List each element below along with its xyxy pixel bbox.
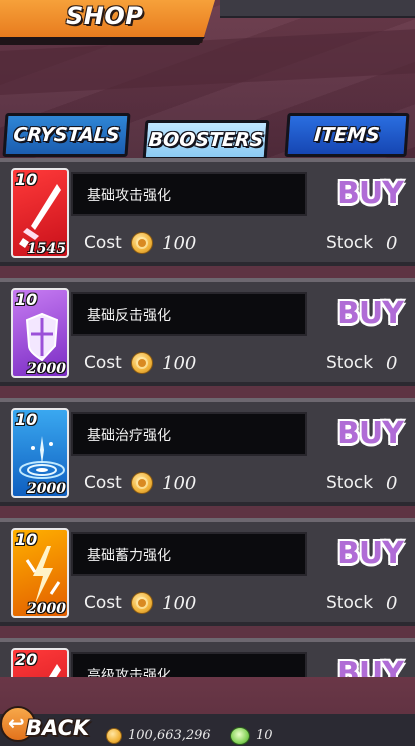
count-badge: 1545 bbox=[27, 241, 66, 257]
gold-coin-icon bbox=[106, 728, 122, 744]
stock-value: 0 bbox=[386, 473, 398, 494]
level-badge: 10 bbox=[15, 290, 38, 309]
buy-button[interactable]: BUY bbox=[337, 416, 404, 456]
list-item: 20 高级攻击强化 BUY bbox=[0, 638, 415, 678]
stock-label: Stock bbox=[326, 353, 374, 373]
cost-value: 100 bbox=[162, 593, 197, 614]
level-badge: 20 bbox=[15, 650, 38, 669]
level-badge: 10 bbox=[15, 530, 38, 549]
header-banner-edge bbox=[0, 37, 205, 45]
tab-crystals[interactable]: CRYSTALS bbox=[2, 113, 131, 157]
item-name-box: 基础蓄力强化 bbox=[71, 532, 307, 576]
tab-items[interactable]: ITEMS bbox=[284, 113, 410, 157]
level-badge: 10 bbox=[15, 170, 38, 189]
cost-value: 100 bbox=[162, 233, 197, 254]
stock-value: 0 bbox=[386, 233, 398, 254]
healing-fountain-icon: 10 2000 bbox=[11, 408, 69, 498]
stock-label: Stock bbox=[326, 233, 374, 253]
list-item: 10 2000 基础反击强化 BUY Cost 100 Stock 0 bbox=[0, 278, 415, 386]
sword-icon: 10 1545 bbox=[11, 168, 69, 258]
cost-value: 100 bbox=[162, 473, 197, 494]
count-badge: 2000 bbox=[27, 361, 66, 377]
gem-icon bbox=[230, 727, 250, 745]
page-title: SHOP bbox=[66, 2, 144, 30]
item-name: 基础蓄力强化 bbox=[87, 548, 171, 564]
shield-icon: 10 2000 bbox=[11, 288, 69, 378]
lightning-icon: 10 2000 bbox=[11, 528, 69, 618]
item-name-box: 高级攻击强化 bbox=[71, 652, 307, 678]
list-item: 10 2000 基础蓄力强化 BUY Cost 100 Stock 0 bbox=[0, 518, 415, 626]
buy-button[interactable]: BUY bbox=[337, 176, 404, 216]
stock-value: 0 bbox=[386, 593, 398, 614]
count-badge: 2000 bbox=[27, 601, 66, 617]
cost-label: Cost bbox=[84, 353, 122, 373]
buy-button[interactable]: BUY bbox=[337, 656, 404, 678]
gold-coin-icon bbox=[131, 232, 153, 254]
list-item: 10 1545 基础攻击强化 BUY Cost 100 Stock 0 bbox=[0, 158, 415, 266]
cost-label: Cost bbox=[84, 593, 122, 613]
gold-coin-icon bbox=[131, 592, 153, 614]
cost-value: 100 bbox=[162, 353, 197, 374]
stock-label: Stock bbox=[326, 473, 374, 493]
gold-coin-icon bbox=[131, 472, 153, 494]
list-item: 10 2000 基础治疗强化 BUY Cost 100 Stock 0 bbox=[0, 398, 415, 506]
stock-value: 0 bbox=[386, 353, 398, 374]
back-label: BACK bbox=[26, 716, 90, 740]
level-badge: 10 bbox=[15, 410, 38, 429]
item-name-box: 基础治疗强化 bbox=[71, 412, 307, 456]
item-name: 基础治疗强化 bbox=[87, 428, 171, 444]
stock-label: Stock bbox=[326, 593, 374, 613]
top-status-strip bbox=[220, 0, 415, 18]
back-button[interactable]: ↩ BACK bbox=[0, 706, 89, 746]
buy-button[interactable]: BUY bbox=[337, 296, 404, 336]
cost-label: Cost bbox=[84, 473, 122, 493]
tab-boosters[interactable]: BOOSTERS bbox=[142, 120, 270, 160]
item-name-box: 基础反击强化 bbox=[71, 292, 307, 336]
buy-button[interactable]: BUY bbox=[337, 536, 404, 576]
gold-coin-icon bbox=[131, 352, 153, 374]
item-name: 基础攻击强化 bbox=[87, 188, 171, 204]
booster-list[interactable]: 10 1545 基础攻击强化 BUY Cost 100 Stock 0 10 2… bbox=[0, 158, 415, 678]
sword-icon: 20 bbox=[11, 648, 69, 678]
item-name-box: 基础攻击强化 bbox=[71, 172, 307, 216]
item-name: 基础反击强化 bbox=[87, 308, 171, 324]
gem-amount: 10 bbox=[256, 728, 273, 743]
gold-amount: 100,663,296 bbox=[128, 728, 211, 743]
count-badge: 2000 bbox=[27, 481, 66, 497]
cost-label: Cost bbox=[84, 233, 122, 253]
